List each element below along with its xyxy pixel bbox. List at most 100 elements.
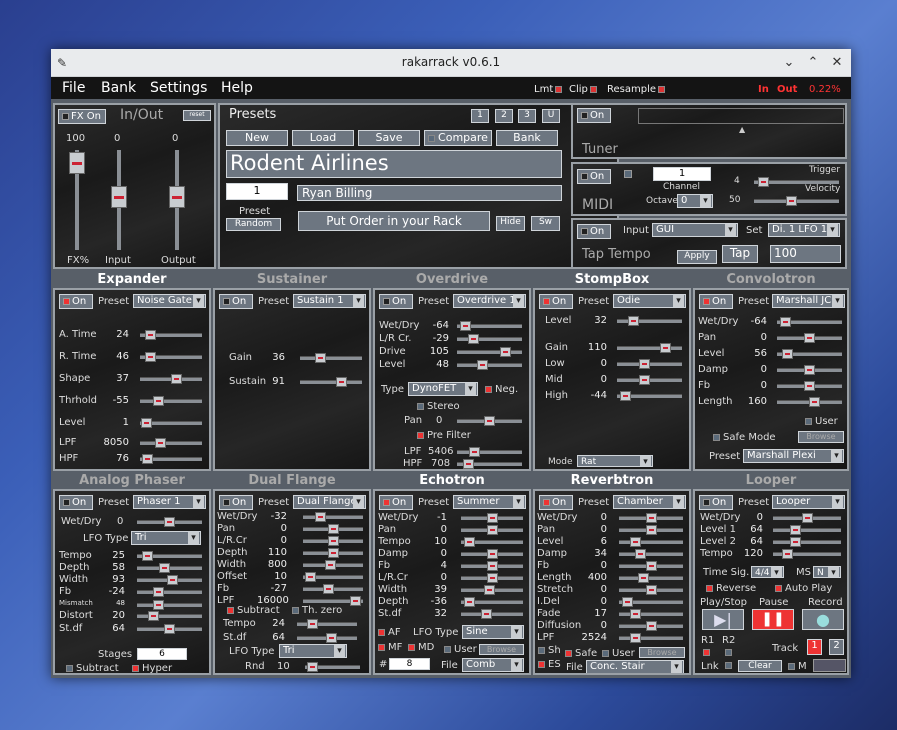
close-icon[interactable]: ✕ [827,53,847,73]
track-2-button[interactable]: 2 [829,639,844,655]
reverbtron-pan-knob[interactable] [646,525,657,535]
autoplay-checkbox[interactable]: Auto Play [775,583,832,594]
echotron-tempo-knob[interactable] [464,537,475,547]
reverbtron-damp-slider[interactable] [619,549,683,559]
put-order-button[interactable]: Put Order in your Rack [298,211,490,231]
convolotron-pan-slider[interactable] [777,333,842,343]
tempo-field[interactable]: 100 [770,245,841,263]
echotron-l-r-cr-slider[interactable] [461,573,523,583]
echotron-width-knob[interactable] [484,585,495,595]
reverbtron-level-slider[interactable] [619,537,683,547]
flange-offset-slider[interactable] [303,572,363,582]
flange-wet-dry-knob[interactable] [315,512,326,522]
maximize-icon[interactable]: ⌃ [803,53,823,73]
track-1-button[interactable]: 1 [807,639,822,655]
echotron-on-button[interactable]: On [379,495,413,510]
stompbox-mode-select[interactable]: Rat [577,455,653,467]
reverbtron-preset-select[interactable]: Chamber [613,495,686,509]
record-button[interactable]: ● [802,609,844,630]
clear-button[interactable]: Clear [738,660,782,672]
expander-thrhold-knob[interactable] [153,396,164,406]
echotron-width-slider[interactable] [461,585,523,595]
apply-button[interactable]: Apply [677,250,717,264]
velocity-slider[interactable] [754,196,839,206]
looper-on-button[interactable]: On [699,495,733,510]
convolotron-level-knob[interactable] [782,349,793,359]
bank-u-button[interactable]: U [542,109,560,123]
stompbox-low-slider[interactable] [617,359,682,369]
looper-preset-select[interactable]: Looper [772,495,845,509]
save-button[interactable]: Save [358,130,420,146]
flange-depth-knob[interactable] [328,548,339,558]
stompbox-high-knob[interactable] [620,391,631,401]
echotron-browse-button[interactable]: Browse [479,644,524,655]
reverbtron-stretch-slider[interactable] [619,585,683,595]
prefilter-checkbox[interactable]: Pre Filter [417,430,471,441]
convolotron-fb-slider[interactable] [777,381,842,391]
overdrive-wet-dry-knob[interactable] [460,321,471,331]
timesig-select[interactable]: 4/4 [751,566,784,578]
sustainer-preset-select[interactable]: Sustain 1 [293,294,366,308]
looper-tempo-knob[interactable] [782,549,793,559]
phaser-fb-knob[interactable] [153,587,164,597]
looper-wet-dry-knob[interactable] [802,513,813,523]
phaser-mismatch-knob[interactable] [153,600,164,610]
safe-mode-checkbox[interactable]: Safe Mode [713,432,776,443]
compare-button[interactable]: Compare [424,130,492,146]
stompbox-gain-slider[interactable] [617,343,682,353]
flange-pan-slider[interactable] [303,524,363,534]
sh-checkbox[interactable]: Sh [538,645,561,656]
looper-level-1-knob[interactable] [790,525,801,535]
midi-on-button[interactable]: On [577,169,611,184]
sustainer-gain-slider[interactable] [300,353,362,363]
reverbtron-damp-knob[interactable] [635,549,646,559]
flange-wet-dry-slider[interactable] [303,512,363,522]
neg-checkbox[interactable]: Neg. [485,384,518,395]
flange-pan-knob[interactable] [328,524,339,534]
flange-on-button[interactable]: On [219,495,253,510]
flange-subtract-checkbox[interactable]: Subtract [227,605,280,616]
stompbox-level-slider[interactable] [617,316,682,326]
echotron-wet-dry-knob[interactable] [487,513,498,523]
bank-2-button[interactable]: 2 [495,109,513,123]
overdrive-pan-slider[interactable] [457,416,522,426]
reverbtron-file-select[interactable]: Conc. Stair [586,660,684,673]
lnk-checkbox[interactable] [725,662,732,669]
stompbox-on-button[interactable]: On [539,294,573,309]
load-button[interactable]: Load [292,130,354,146]
menu-bank[interactable]: Bank [101,80,136,96]
echotron-preset-select[interactable]: Summer [453,495,526,509]
reset-button[interactable]: reset [183,110,211,121]
expander-a-time-knob[interactable] [145,330,156,340]
flange-lpf-knob[interactable] [350,596,361,606]
reverbtron-fade-slider[interactable] [619,609,683,619]
flange-fb-slider[interactable] [303,584,363,594]
overdrive-wet-dry-slider[interactable] [457,321,522,331]
convolotron-fb-knob[interactable] [804,381,815,391]
overdrive-preset-select[interactable]: Overdrive 1 [453,294,526,308]
convolotron-damp-knob[interactable] [804,365,815,375]
overdrive-type-select[interactable]: DynoFET [408,382,478,396]
reverbtron-i-del-knob[interactable] [622,597,633,607]
phaser-distort-knob[interactable] [148,611,159,621]
flange-tempo-knob[interactable] [307,619,318,629]
sustainer-sustain-knob[interactable] [336,377,347,387]
flange-l-r-cr-slider[interactable] [303,536,363,546]
convolotron-wet-dry-knob[interactable] [780,317,791,327]
af-checkbox[interactable]: AF [378,627,401,638]
expander-r-time-knob[interactable] [145,352,156,362]
phaser-tempo-knob[interactable] [142,551,153,561]
reverbtron-fb-knob[interactable] [646,561,657,571]
play-button[interactable]: ▶| [702,609,744,630]
reverbtron-lpf-slider[interactable] [619,633,683,643]
phaser-lfo-select[interactable]: Tri [131,531,201,545]
flange-lfo-select[interactable]: Tri [279,644,347,658]
convolotron-length-knob[interactable] [809,397,820,407]
input-slider[interactable] [111,150,127,250]
sustainer-sustain-slider[interactable] [300,377,362,387]
fx-slider[interactable] [69,150,85,250]
expander-a-time-slider[interactable] [140,330,202,340]
sustainer-on-button[interactable]: On [219,294,253,309]
reverbtron-diffusion-slider[interactable] [619,621,683,631]
phaser-depth-slider[interactable] [137,563,202,573]
